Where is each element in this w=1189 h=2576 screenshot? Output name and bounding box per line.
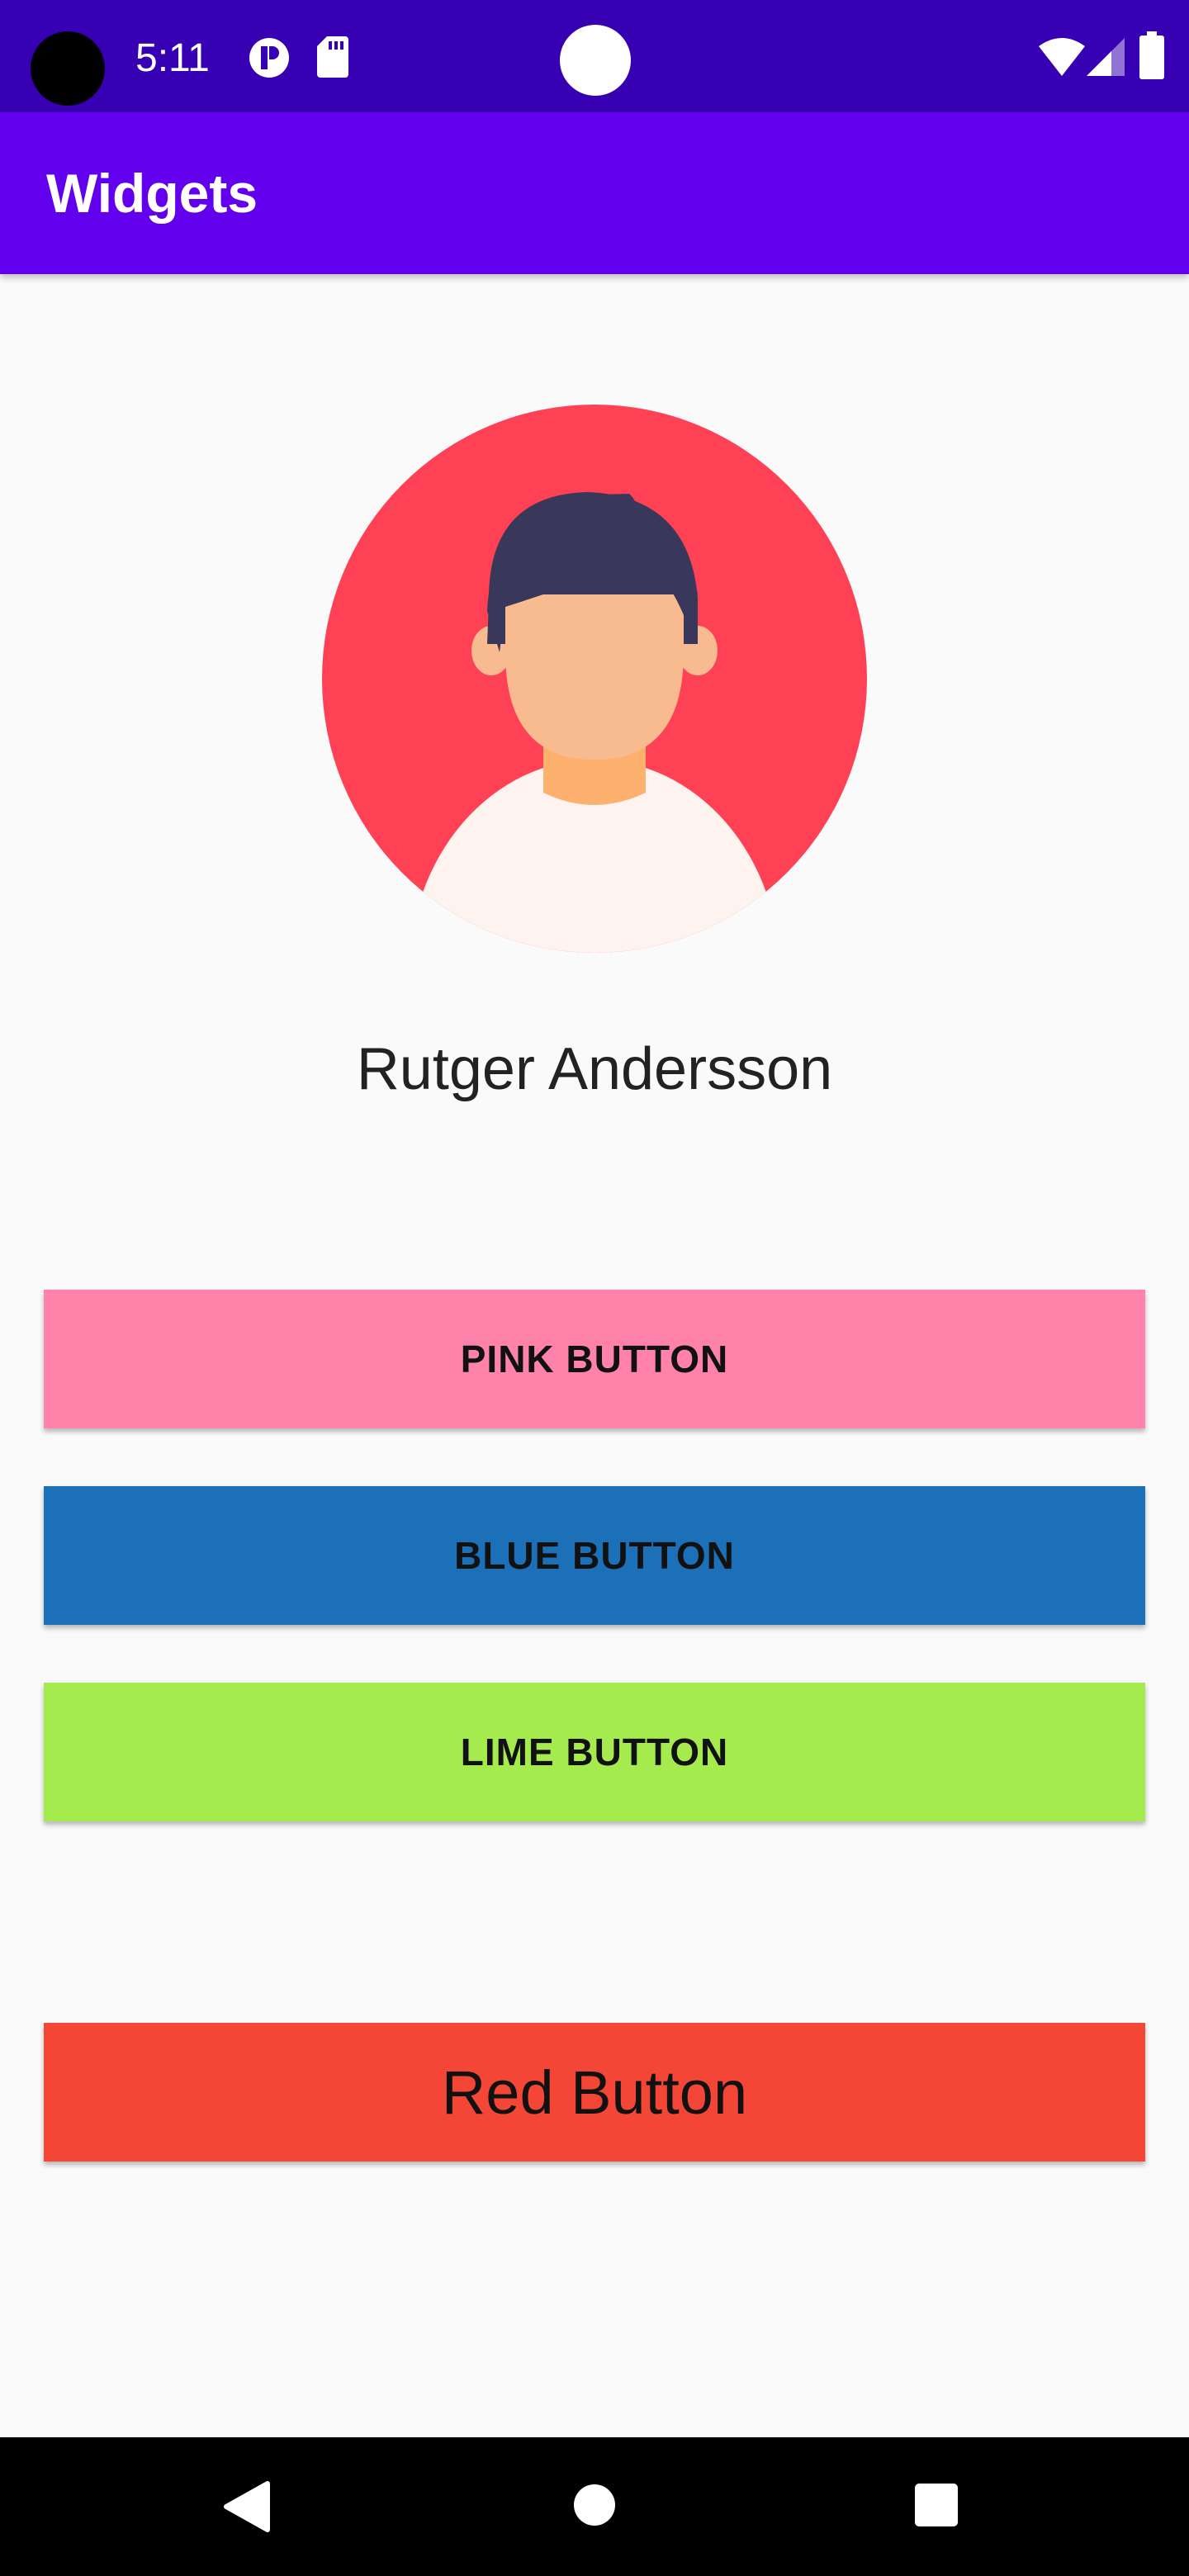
app-bar: Widgets xyxy=(0,112,1189,274)
pink-button[interactable]: PINK BUTTON xyxy=(44,1290,1145,1428)
status-time: 5:11 xyxy=(135,36,210,80)
home-icon[interactable] xyxy=(573,2484,616,2531)
blue-button[interactable]: BLUE BUTTON xyxy=(44,1486,1145,1625)
sd-card-icon xyxy=(317,36,348,82)
pill-notification-icon xyxy=(248,36,291,83)
recents-icon[interactable] xyxy=(915,2484,958,2531)
red-button[interactable]: Red Button xyxy=(44,2023,1145,2162)
wifi-icon xyxy=(1039,38,1085,80)
app-title: Widgets xyxy=(46,163,258,224)
status-bar: 5:11 xyxy=(0,0,1189,112)
person-avatar-icon xyxy=(322,405,867,953)
lime-button[interactable]: LIME BUTTON xyxy=(44,1683,1145,1821)
center-dot xyxy=(560,25,631,96)
profile-name: Rutger Andersson xyxy=(356,1036,833,1102)
avatar xyxy=(322,405,867,953)
signal-icon xyxy=(1087,38,1125,80)
back-icon[interactable] xyxy=(221,2480,271,2537)
navigation-bar xyxy=(0,2437,1189,2576)
battery-icon xyxy=(1139,31,1164,83)
camera-cutout xyxy=(31,31,105,106)
